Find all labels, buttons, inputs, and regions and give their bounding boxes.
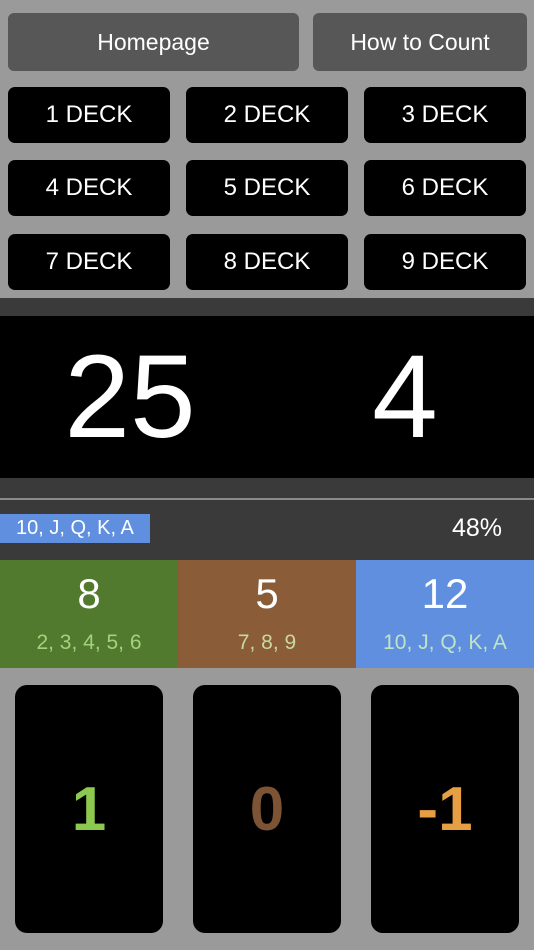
count-panel: 25 4 (0, 298, 534, 498)
divider (0, 498, 534, 500)
deck-button-8[interactable]: 8 DECK (186, 234, 348, 290)
deck-button-7[interactable]: 7 DECK (8, 234, 170, 290)
deck-button-9[interactable]: 9 DECK (364, 234, 526, 290)
progress-bar: 10, J, Q, K, A (0, 514, 150, 543)
deck-button-4[interactable]: 4 DECK (8, 160, 170, 216)
deck-button-5[interactable]: 5 DECK (186, 160, 348, 216)
deck-button-1[interactable]: 1 DECK (8, 87, 170, 143)
group-count: 5 (255, 570, 279, 617)
how-to-count-button[interactable]: How to Count (313, 13, 527, 71)
minus-one-button[interactable]: -1 (371, 685, 519, 933)
group-card-list: 7, 8, 9 (237, 631, 297, 654)
deck-button-3[interactable]: 3 DECK (364, 87, 526, 143)
group-card-list: 10, J, Q, K, A (383, 631, 507, 654)
group-count: 8 (77, 570, 101, 617)
group-card-list: 2, 3, 4, 5, 6 (36, 631, 142, 654)
progress-row: 10, J, Q, K, A 48% (0, 498, 534, 560)
count-display: 25 4 (0, 316, 534, 478)
group-high-cards: 12 10, J, Q, K, A (356, 560, 534, 668)
group-count: 12 (421, 570, 469, 617)
percent-label: 48% (451, 514, 502, 542)
group-low-cards: 8 2, 3, 4, 5, 6 (0, 560, 178, 668)
deck-selector: 1 DECK 2 DECK 3 DECK 4 DECK 5 DECK 6 DEC… (8, 87, 526, 290)
homepage-button[interactable]: Homepage (8, 13, 299, 71)
deck-button-6[interactable]: 6 DECK (364, 160, 526, 216)
zero-button[interactable]: 0 (193, 685, 341, 933)
progress-bar-label: 10, J, Q, K, A (16, 517, 134, 539)
plus-one-button[interactable]: 1 (15, 685, 163, 933)
running-count-number: 4 (372, 331, 438, 463)
deck-button-2[interactable]: 2 DECK (186, 87, 348, 143)
cards-remaining-number: 25 (64, 331, 196, 463)
group-neutral-cards: 5 7, 8, 9 (178, 560, 356, 668)
